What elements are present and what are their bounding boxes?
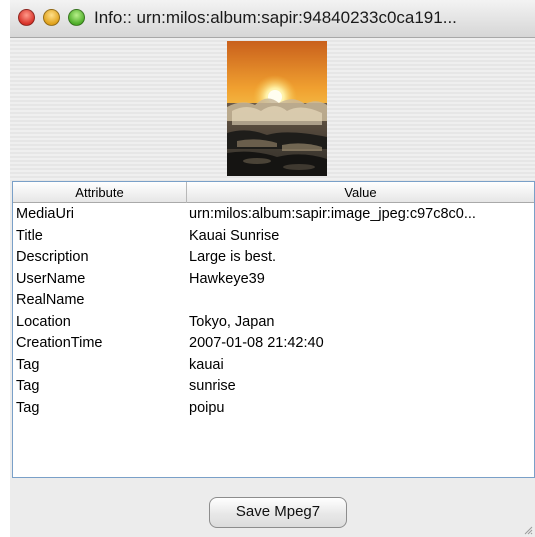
column-header-value[interactable]: Value — [187, 185, 534, 200]
table-row[interactable]: Location Tokyo, Japan — [13, 312, 534, 334]
table-row[interactable]: MediaUri urn:milos:album:sapir:image_jpe… — [13, 204, 534, 226]
table-row[interactable]: Title Kauai Sunrise — [13, 226, 534, 248]
attribute-cell: Description — [16, 249, 89, 265]
button-bar: Save Mpeg7 — [10, 478, 535, 537]
value-cell: poipu — [189, 399, 225, 416]
table-row[interactable]: CreationTime 2007-01-08 21:42:40 — [13, 333, 534, 355]
table-row[interactable]: UserName Hawkeye39 — [13, 269, 534, 291]
column-header-attribute[interactable]: Attribute — [13, 185, 186, 200]
value-cell: urn:milos:album:sapir:image_jpeg:c97c8c0… — [189, 206, 476, 222]
table-row[interactable]: Description Large is best. — [13, 247, 534, 269]
attribute-cell: Tag — [16, 356, 40, 373]
attribute-cell: Title — [16, 227, 43, 244]
value-cell: Tokyo, Japan — [189, 313, 275, 330]
table-row[interactable]: Tag poipu — [13, 398, 534, 420]
title-bar[interactable]: Info:: urn:milos:album:sapir:94840233c0c… — [10, 0, 535, 38]
value-cell: 2007-01-08 21:42:40 — [189, 335, 324, 351]
value-cell: Kauai Sunrise — [189, 227, 280, 244]
value-cell: sunrise — [189, 378, 236, 394]
attribute-cell: Tag — [16, 399, 40, 416]
table-row[interactable]: Tag sunrise — [13, 376, 534, 398]
attribute-cell: UserName — [16, 270, 86, 287]
minimize-window-icon[interactable] — [43, 9, 60, 26]
value-cell: Hawkeye39 — [189, 270, 265, 287]
zoom-window-icon[interactable] — [68, 9, 85, 26]
attribute-cell: Tag — [16, 378, 40, 394]
info-window: Info:: urn:milos:album:sapir:94840233c0c… — [10, 0, 535, 537]
attribute-cell: CreationTime — [16, 335, 103, 351]
attribute-cell: Location — [16, 313, 71, 330]
table-row[interactable]: Tag kauai — [13, 355, 534, 377]
table-row[interactable]: RealName — [13, 290, 534, 312]
attribute-cell: MediaUri — [16, 206, 75, 222]
window-title: Info:: urn:milos:album:sapir:94840233c0c… — [94, 8, 457, 27]
attribute-table[interactable]: Attribute Value MediaUri urn:milos:album… — [12, 181, 535, 478]
close-window-icon[interactable] — [18, 9, 35, 26]
value-cell: Large is best. — [189, 249, 277, 265]
value-cell: kauai — [189, 356, 224, 373]
sunrise-photo-thumbnail — [227, 41, 327, 176]
attribute-cell: RealName — [16, 292, 85, 308]
save-mpeg7-button[interactable]: Save Mpeg7 — [209, 497, 347, 528]
resize-grip-icon[interactable] — [523, 525, 533, 535]
image-preview-area — [10, 38, 535, 181]
table-header: Attribute Value — [13, 182, 534, 203]
